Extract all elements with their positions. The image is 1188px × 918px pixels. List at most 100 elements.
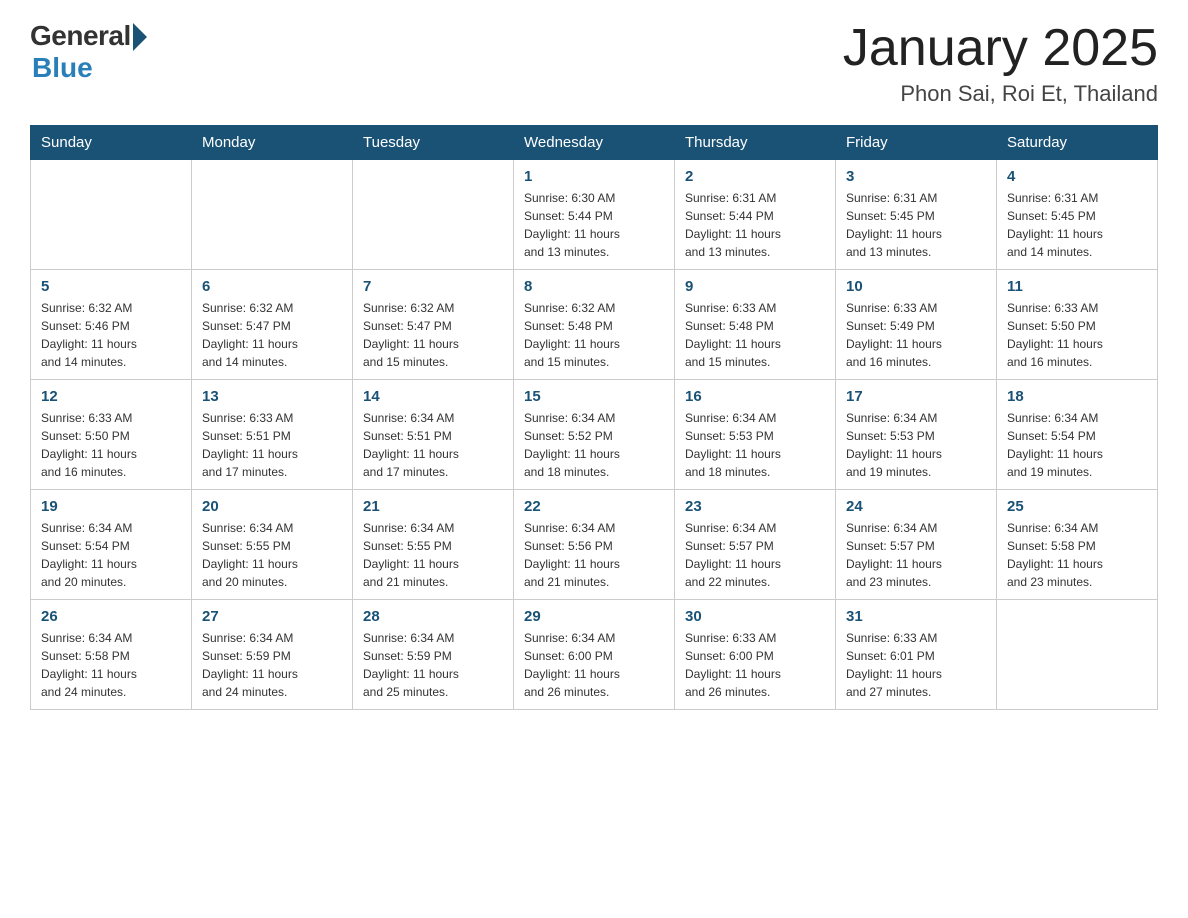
day-info: Sunrise: 6:34 AM Sunset: 5:59 PM Dayligh… bbox=[363, 629, 503, 701]
calendar-cell: 7Sunrise: 6:32 AM Sunset: 5:47 PM Daylig… bbox=[353, 270, 514, 380]
day-number: 10 bbox=[846, 278, 986, 295]
day-info: Sunrise: 6:34 AM Sunset: 5:51 PM Dayligh… bbox=[363, 409, 503, 481]
day-info: Sunrise: 6:34 AM Sunset: 5:53 PM Dayligh… bbox=[846, 409, 986, 481]
day-info: Sunrise: 6:34 AM Sunset: 5:57 PM Dayligh… bbox=[846, 519, 986, 591]
day-info: Sunrise: 6:30 AM Sunset: 5:44 PM Dayligh… bbox=[524, 189, 664, 261]
weekday-header-monday: Monday bbox=[192, 126, 353, 160]
location-title: Phon Sai, Roi Et, Thailand bbox=[843, 81, 1158, 107]
calendar-cell: 22 Sunrise: 6:34 AM Sunset: 5:56 PM Dayli… bbox=[514, 490, 675, 600]
day-number: 25 bbox=[1007, 498, 1147, 515]
calendar-cell: 6Sunrise: 6:32 AM Sunset: 5:47 PM Daylig… bbox=[192, 270, 353, 380]
logo-blue-text: Blue bbox=[32, 52, 93, 84]
calendar-cell: 10 Sunrise: 6:33 AM Sunset: 5:49 PM Dayli… bbox=[836, 270, 997, 380]
month-title: January 2025 bbox=[843, 20, 1158, 77]
day-number: 29 bbox=[524, 608, 664, 625]
day-number: 20 bbox=[202, 498, 342, 515]
weekday-header-sunday: Sunday bbox=[31, 126, 192, 160]
calendar-cell: 12 Sunrise: 6:33 AM Sunset: 5:50 PM Dayli… bbox=[31, 380, 192, 490]
day-info: Sunrise: 6:33 AM Sunset: 5:51 PM Dayligh… bbox=[202, 409, 342, 481]
calendar-table: SundayMondayTuesdayWednesdayThursdayFrid… bbox=[30, 125, 1158, 710]
day-info: Sunrise: 6:34 AM Sunset: 5:56 PM Dayligh… bbox=[524, 519, 664, 591]
day-number: 4 bbox=[1007, 168, 1147, 185]
day-number: 30 bbox=[685, 608, 825, 625]
day-info: Sunrise: 6:34 AM Sunset: 5:55 PM Dayligh… bbox=[202, 519, 342, 591]
day-number: 24 bbox=[846, 498, 986, 515]
calendar-cell: 31Sunrise: 6:33 AM Sunset: 6:01 PM Dayli… bbox=[836, 600, 997, 710]
day-info: Sunrise: 6:31 AM Sunset: 5:45 PM Dayligh… bbox=[846, 189, 986, 261]
day-info: Sunrise: 6:32 AM Sunset: 5:46 PM Dayligh… bbox=[41, 299, 181, 371]
calendar-cell: 13 Sunrise: 6:33 AM Sunset: 5:51 PM Dayli… bbox=[192, 380, 353, 490]
day-number: 18 bbox=[1007, 388, 1147, 405]
day-info: Sunrise: 6:33 AM Sunset: 5:50 PM Dayligh… bbox=[1007, 299, 1147, 371]
day-info: Sunrise: 6:34 AM Sunset: 5:54 PM Dayligh… bbox=[1007, 409, 1147, 481]
day-info: Sunrise: 6:33 AM Sunset: 5:49 PM Dayligh… bbox=[846, 299, 986, 371]
calendar-cell: 3 Sunrise: 6:31 AM Sunset: 5:45 PM Daylig… bbox=[836, 160, 997, 270]
day-number: 21 bbox=[363, 498, 503, 515]
day-info: Sunrise: 6:34 AM Sunset: 5:58 PM Dayligh… bbox=[41, 629, 181, 701]
weekday-header-friday: Friday bbox=[836, 126, 997, 160]
calendar-cell: 1 Sunrise: 6:30 AM Sunset: 5:44 PM Daylig… bbox=[514, 160, 675, 270]
day-number: 9 bbox=[685, 278, 825, 295]
day-number: 15 bbox=[524, 388, 664, 405]
calendar-cell: 29Sunrise: 6:34 AM Sunset: 6:00 PM Dayli… bbox=[514, 600, 675, 710]
day-number: 12 bbox=[41, 388, 181, 405]
day-number: 3 bbox=[846, 168, 986, 185]
day-info: Sunrise: 6:33 AM Sunset: 5:48 PM Dayligh… bbox=[685, 299, 825, 371]
calendar-cell: 8 Sunrise: 6:32 AM Sunset: 5:48 PM Daylig… bbox=[514, 270, 675, 380]
calendar-cell: 28Sunrise: 6:34 AM Sunset: 5:59 PM Dayli… bbox=[353, 600, 514, 710]
day-number: 2 bbox=[685, 168, 825, 185]
calendar-cell: 20 Sunrise: 6:34 AM Sunset: 5:55 PM Dayli… bbox=[192, 490, 353, 600]
calendar-cell: 23 Sunrise: 6:34 AM Sunset: 5:57 PM Dayli… bbox=[675, 490, 836, 600]
day-number: 17 bbox=[846, 388, 986, 405]
weekday-header-wednesday: Wednesday bbox=[514, 126, 675, 160]
calendar-cell bbox=[192, 160, 353, 270]
day-number: 31 bbox=[846, 608, 986, 625]
calendar-week-row: 12 Sunrise: 6:33 AM Sunset: 5:50 PM Dayli… bbox=[31, 380, 1158, 490]
day-number: 5 bbox=[41, 278, 181, 295]
day-number: 27 bbox=[202, 608, 342, 625]
calendar-cell: 9 Sunrise: 6:33 AM Sunset: 5:48 PM Daylig… bbox=[675, 270, 836, 380]
calendar-cell: 30Sunrise: 6:33 AM Sunset: 6:00 PM Dayli… bbox=[675, 600, 836, 710]
calendar-cell: 15 Sunrise: 6:34 AM Sunset: 5:52 PM Dayli… bbox=[514, 380, 675, 490]
calendar-cell: 26 Sunrise: 6:34 AM Sunset: 5:58 PM Dayli… bbox=[31, 600, 192, 710]
day-number: 11 bbox=[1007, 278, 1147, 295]
day-info: Sunrise: 6:31 AM Sunset: 5:45 PM Dayligh… bbox=[1007, 189, 1147, 261]
day-info: Sunrise: 6:34 AM Sunset: 5:55 PM Dayligh… bbox=[363, 519, 503, 591]
calendar-cell: 27 Sunrise: 6:34 AM Sunset: 5:59 PM Dayli… bbox=[192, 600, 353, 710]
day-info: Sunrise: 6:34 AM Sunset: 5:54 PM Dayligh… bbox=[41, 519, 181, 591]
day-info: Sunrise: 6:34 AM Sunset: 5:52 PM Dayligh… bbox=[524, 409, 664, 481]
calendar-cell: 18 Sunrise: 6:34 AM Sunset: 5:54 PM Dayli… bbox=[997, 380, 1158, 490]
day-number: 23 bbox=[685, 498, 825, 515]
weekday-header-tuesday: Tuesday bbox=[353, 126, 514, 160]
day-number: 1 bbox=[524, 168, 664, 185]
day-number: 13 bbox=[202, 388, 342, 405]
day-info: Sunrise: 6:31 AM Sunset: 5:44 PM Dayligh… bbox=[685, 189, 825, 261]
calendar-cell: 24 Sunrise: 6:34 AM Sunset: 5:57 PM Dayli… bbox=[836, 490, 997, 600]
calendar-week-row: 1 Sunrise: 6:30 AM Sunset: 5:44 PM Daylig… bbox=[31, 160, 1158, 270]
day-info: Sunrise: 6:34 AM Sunset: 5:53 PM Dayligh… bbox=[685, 409, 825, 481]
calendar-week-row: 19Sunrise: 6:34 AM Sunset: 5:54 PM Dayli… bbox=[31, 490, 1158, 600]
logo-arrow-icon bbox=[133, 23, 147, 51]
day-number: 26 bbox=[41, 608, 181, 625]
calendar-cell: 25 Sunrise: 6:34 AM Sunset: 5:58 PM Dayli… bbox=[997, 490, 1158, 600]
day-info: Sunrise: 6:32 AM Sunset: 5:47 PM Dayligh… bbox=[363, 299, 503, 371]
day-info: Sunrise: 6:32 AM Sunset: 5:48 PM Dayligh… bbox=[524, 299, 664, 371]
day-info: Sunrise: 6:34 AM Sunset: 5:58 PM Dayligh… bbox=[1007, 519, 1147, 591]
calendar-week-row: 26 Sunrise: 6:34 AM Sunset: 5:58 PM Dayli… bbox=[31, 600, 1158, 710]
day-number: 22 bbox=[524, 498, 664, 515]
logo: General Blue bbox=[30, 20, 147, 84]
day-number: 8 bbox=[524, 278, 664, 295]
calendar-cell: 14 Sunrise: 6:34 AM Sunset: 5:51 PM Dayli… bbox=[353, 380, 514, 490]
calendar-cell: 16 Sunrise: 6:34 AM Sunset: 5:53 PM Dayli… bbox=[675, 380, 836, 490]
day-number: 16 bbox=[685, 388, 825, 405]
logo-general-text: General bbox=[30, 20, 131, 52]
day-info: Sunrise: 6:32 AM Sunset: 5:47 PM Dayligh… bbox=[202, 299, 342, 371]
day-number: 14 bbox=[363, 388, 503, 405]
page-header: General Blue January 2025 Phon Sai, Roi … bbox=[30, 20, 1158, 107]
day-info: Sunrise: 6:34 AM Sunset: 5:57 PM Dayligh… bbox=[685, 519, 825, 591]
day-info: Sunrise: 6:33 AM Sunset: 5:50 PM Dayligh… bbox=[41, 409, 181, 481]
day-info: Sunrise: 6:34 AM Sunset: 5:59 PM Dayligh… bbox=[202, 629, 342, 701]
title-block: January 2025 Phon Sai, Roi Et, Thailand bbox=[843, 20, 1158, 107]
calendar-cell bbox=[31, 160, 192, 270]
calendar-cell: 11 Sunrise: 6:33 AM Sunset: 5:50 PM Dayli… bbox=[997, 270, 1158, 380]
